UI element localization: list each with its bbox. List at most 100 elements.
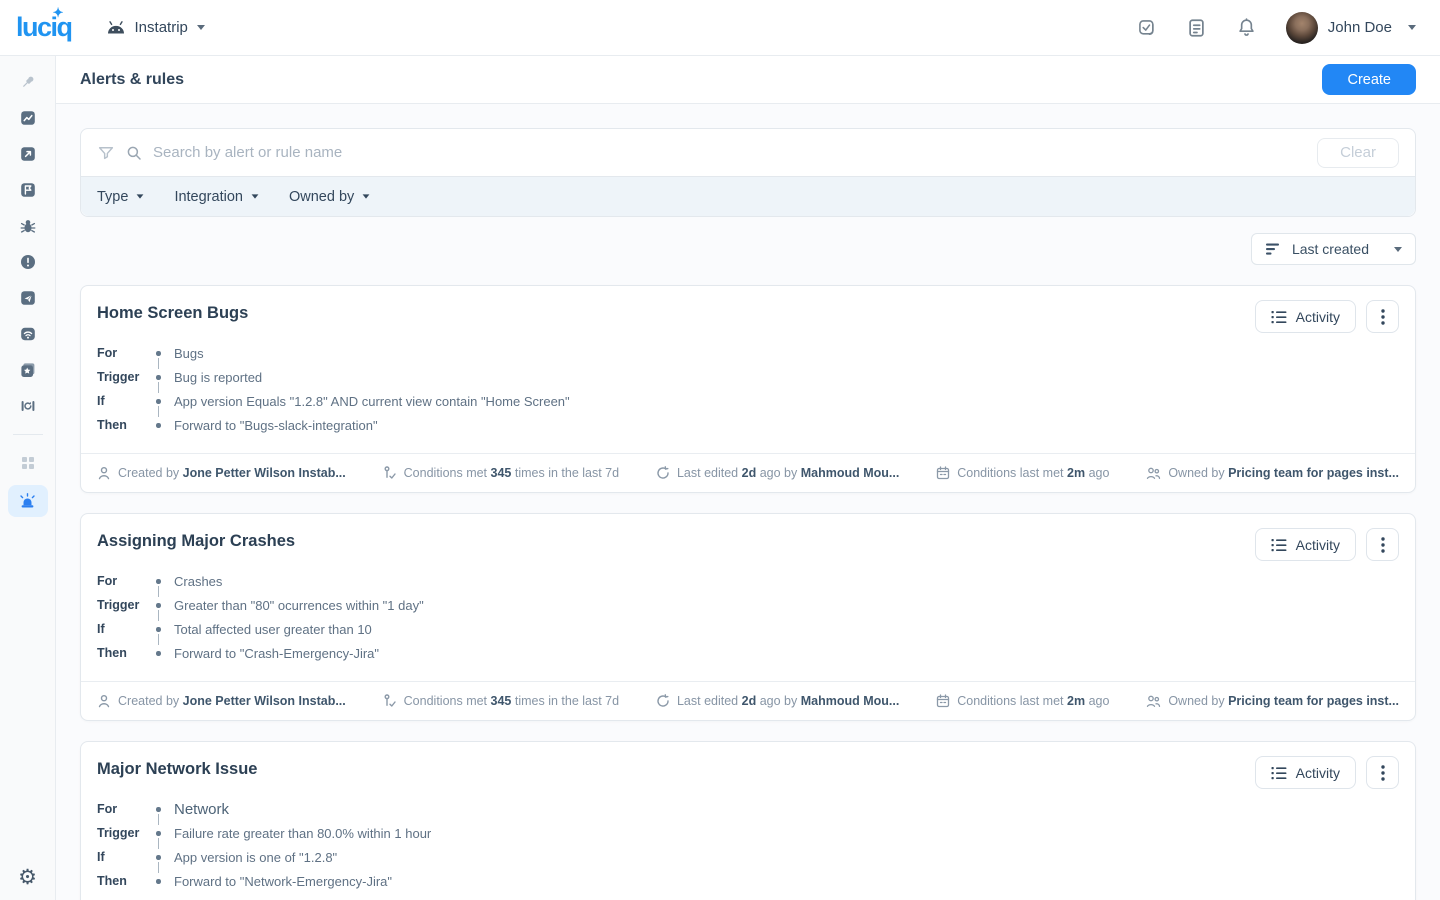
list-icon — [1271, 538, 1287, 552]
workspace-switcher[interactable]: Instatrip — [106, 19, 205, 36]
funnel-filter-icon — [97, 144, 115, 162]
kebab-menu-button[interactable] — [1366, 756, 1399, 789]
flag-icon[interactable] — [8, 172, 48, 208]
rule-row-value: App version Equals "1.2.8" AND current v… — [174, 394, 570, 409]
network-wifi-icon[interactable] — [8, 316, 48, 352]
rule-row: Trigger Greater than "80" ocurrences wit… — [97, 593, 1399, 617]
release-notes-icon[interactable] — [1186, 17, 1208, 39]
rule-row: For Crashes — [97, 569, 1399, 593]
rule-row: Then Forward to "Bugs-slack-integration" — [97, 413, 1399, 437]
avatar — [1286, 12, 1318, 44]
rule-row: If Total affected user greater than 10 — [97, 617, 1399, 641]
rule-row-value: Bugs — [174, 346, 204, 361]
timeline-bullet — [154, 797, 174, 821]
kebab-menu-button[interactable] — [1366, 300, 1399, 333]
rule-row-label: If — [97, 622, 154, 636]
chevron-down-icon — [137, 194, 144, 198]
chevron-down-icon — [363, 194, 370, 198]
activity-label: Activity — [1296, 309, 1340, 325]
rule-check-icon — [383, 466, 397, 480]
filter-owned-by-label: Owned by — [289, 189, 354, 205]
user-icon — [97, 466, 111, 480]
card-footer: Created by Jone Petter Wilson Instab... … — [81, 453, 1415, 492]
team-icon — [1146, 466, 1161, 480]
kebab-menu-button[interactable] — [1366, 528, 1399, 561]
rule-row: Then Forward to "Network-Emergency-Jira" — [97, 869, 1399, 893]
workspace-name: Instatrip — [135, 19, 188, 36]
rule-row: Then Forward to "Crash-Emergency-Jira" — [97, 641, 1399, 665]
timeline-bullet — [154, 821, 174, 845]
rule-row-value: Forward to "Network-Emergency-Jira" — [174, 874, 392, 889]
card-footer: Created by Jone Petter Wilson Instab... … — [81, 681, 1415, 720]
created-by-meta: Created by Jone Petter Wilson Instab... — [97, 694, 346, 708]
search-input[interactable] — [153, 144, 1306, 161]
create-button[interactable]: Create — [1322, 64, 1416, 95]
user-icon — [97, 694, 111, 708]
filter-type-dropdown[interactable]: Type — [97, 189, 144, 205]
page-export-icon[interactable] — [8, 136, 48, 172]
user-menu[interactable]: John Doe — [1286, 12, 1416, 44]
owned-by-meta: Owned by Pricing team for pages inst... — [1146, 466, 1399, 480]
activity-label: Activity — [1296, 765, 1340, 781]
timeline-bullet — [154, 413, 174, 437]
activity-button[interactable]: Activity — [1255, 300, 1356, 333]
pin-icon[interactable] — [8, 64, 48, 100]
rule-check-icon — [383, 694, 397, 708]
topbar: luciq ✦ Instatrip — [0, 0, 1440, 56]
rule-row-label: Trigger — [97, 598, 154, 612]
timeline-bullet — [154, 389, 174, 413]
starred-pages-icon[interactable] — [8, 352, 48, 388]
timeline-bullet — [154, 569, 174, 593]
kebab-icon — [1381, 765, 1385, 781]
history-icon — [656, 466, 670, 480]
alert-card: Major Network Issue Activity — [80, 741, 1416, 900]
send-icon[interactable] — [8, 280, 48, 316]
timeline-bullet — [154, 845, 174, 869]
rule-row-value: Forward to "Crash-Emergency-Jira" — [174, 646, 379, 661]
activity-button[interactable]: Activity — [1255, 528, 1356, 561]
rule-row-label: Then — [97, 418, 154, 432]
rule-row-label: If — [97, 394, 154, 408]
bug-icon[interactable] — [8, 208, 48, 244]
last-edited-meta: Last edited 2d ago by Mahmoud Mou... — [656, 466, 899, 480]
list-icon — [1271, 766, 1287, 780]
chevron-down-icon — [1394, 247, 1402, 252]
sort-dropdown[interactable]: Last created — [1251, 233, 1416, 265]
filter-integration-label: Integration — [174, 189, 243, 205]
rule-row-value: App version is one of "1.2.8" — [174, 850, 337, 865]
analytics-icon[interactable] — [8, 100, 48, 136]
rule-row-value: Total affected user greater than 10 — [174, 622, 372, 637]
luciq-logo[interactable]: luciq ✦ — [16, 14, 80, 41]
rule-row-value: Network — [174, 801, 229, 818]
filter-owned-by-dropdown[interactable]: Owned by — [289, 189, 370, 205]
rule-row: For Bugs — [97, 341, 1399, 365]
rule-row: If App version is one of "1.2.8" — [97, 845, 1399, 869]
team-icon — [1146, 694, 1161, 708]
chevron-down-icon — [252, 194, 259, 198]
crash-alert-icon[interactable] — [8, 244, 48, 280]
timeline-bullet — [154, 593, 174, 617]
sort-icon — [1265, 243, 1281, 256]
alert-card-title: Major Network Issue — [97, 756, 257, 779]
tasks-check-icon[interactable] — [1136, 17, 1158, 39]
timeline-bullet — [154, 641, 174, 665]
conditions-last-met-meta: Conditions last met 2m ago — [936, 694, 1109, 708]
activity-button[interactable]: Activity — [1255, 756, 1356, 789]
filter-integration-dropdown[interactable]: Integration — [174, 189, 259, 205]
created-by-meta: Created by Jone Petter Wilson Instab... — [97, 466, 346, 480]
filter-type-label: Type — [97, 189, 128, 205]
settings-gear-icon[interactable]: ⚙ — [18, 867, 37, 888]
rule-row-value: Failure rate greater than 80.0% within 1… — [174, 826, 431, 841]
user-name: John Doe — [1328, 19, 1392, 36]
clear-button[interactable]: Clear — [1317, 138, 1399, 168]
chevron-down-icon — [1408, 25, 1416, 30]
alert-card-title: Home Screen Bugs — [97, 300, 248, 323]
android-app-icon — [106, 20, 126, 35]
replay-icon[interactable] — [8, 388, 48, 424]
owned-by-meta: Owned by Pricing team for pages inst... — [1146, 694, 1399, 708]
conditions-met-meta: Conditions met 345 times in the last 7d — [383, 466, 619, 480]
alerts-siren-icon[interactable] — [8, 485, 48, 517]
notifications-bell-icon[interactable] — [1236, 17, 1258, 39]
apps-grid-icon[interactable] — [8, 445, 48, 481]
rule-row: Trigger Bug is reported — [97, 365, 1399, 389]
